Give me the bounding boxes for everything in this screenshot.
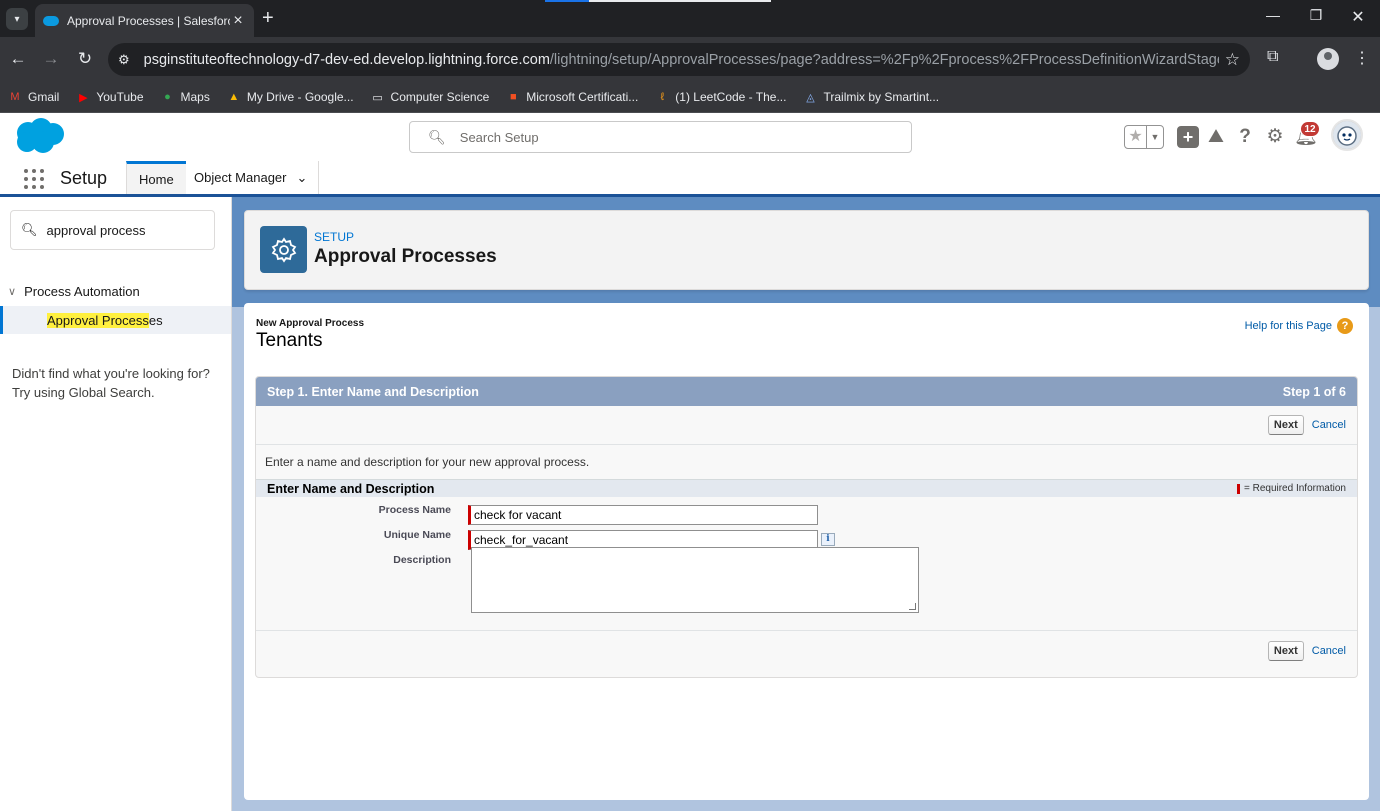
chevron-down-icon[interactable]: ∨: [8, 285, 16, 298]
back-icon[interactable]: ←: [7, 49, 29, 69]
favorites-dropdown-icon[interactable]: ▼: [1147, 126, 1163, 148]
nav-tab-object-manager[interactable]: Object Manager ⌄: [182, 161, 319, 194]
info-icon[interactable]: i: [821, 533, 835, 546]
bookmark-item[interactable]: M Gmail: [8, 90, 59, 104]
browser-menu-icon[interactable]: ⋮: [1354, 48, 1370, 68]
cancel-link-bottom[interactable]: Cancel: [1312, 645, 1346, 657]
nav-divider: [318, 161, 319, 194]
step-title: Step 1. Enter Name and Description: [267, 384, 479, 399]
user-avatar[interactable]: [1331, 119, 1363, 151]
required-marker-icon: [1236, 483, 1240, 494]
browser-toolbar: ← → ↻ ⚙ psginstituteoftechnology-d7-dev-…: [0, 37, 1380, 82]
section-header: Enter Name and Description = Required In…: [256, 479, 1357, 497]
folder-icon: ▭: [372, 91, 383, 104]
help-icon[interactable]: ?: [1337, 318, 1353, 334]
maps-icon: ●: [164, 91, 171, 103]
process-name-label: Process Name: [378, 504, 451, 516]
bookmark-item[interactable]: ℓ (1) LeetCode - The...: [655, 90, 787, 104]
step-counter: Step 1 of 6: [1282, 384, 1346, 399]
browser-tab-title: Approval Processes | Salesforce: [67, 13, 230, 28]
help-for-page-link[interactable]: Help for this Page ?: [1245, 318, 1353, 334]
chevron-down-icon[interactable]: ⌄: [297, 170, 308, 186]
bookmark-star-icon[interactable]: ☆: [1225, 50, 1240, 70]
trailhead-icon: ◬: [806, 91, 815, 104]
address-bar[interactable]: ⚙ psginstituteoftechnology-d7-dev-ed.dev…: [108, 43, 1250, 76]
salesforce-favicon-icon: [43, 15, 59, 26]
bookmark-item[interactable]: ● Maps: [161, 90, 210, 104]
required-legend: = Required Information: [1236, 483, 1346, 494]
nav-tab-home[interactable]: Home: [126, 161, 186, 194]
app-launcher-icon[interactable]: [24, 169, 44, 189]
setup-tree-sidebar: 🔍︎ approval process ∨ Process Automation…: [0, 197, 232, 811]
step-header: Step 1. Enter Name and Description Step …: [256, 377, 1357, 406]
main-content: New Approval Process Tenants Help for th…: [244, 303, 1369, 800]
global-actions-icon[interactable]: +: [1177, 126, 1199, 148]
app-navigation-bar: Setup Home Object Manager ⌄: [0, 161, 1380, 197]
drive-icon: ▲: [228, 91, 240, 103]
trailhead-guidance-icon[interactable]: ⛰: [1205, 126, 1227, 148]
page-eyebrow: SETUP: [314, 230, 355, 244]
not-found-hint: Didn't find what you're looking for? Try…: [12, 366, 210, 400]
bookmark-item[interactable]: ◬ Trailmix by Smartint...: [803, 90, 939, 104]
app-name: Setup: [60, 168, 108, 188]
favorites-button[interactable]: ★ ▼: [1124, 125, 1164, 149]
step-instructions: Enter a name and description for your ne…: [265, 455, 590, 469]
process-name-input[interactable]: check for vacant: [468, 505, 818, 525]
breadcrumb: New Approval Process: [256, 318, 365, 329]
minimize-window-icon[interactable]: —: [1258, 7, 1288, 23]
reload-icon[interactable]: ↻: [74, 49, 96, 69]
leetcode-icon: ℓ: [660, 91, 665, 103]
star-icon[interactable]: ★: [1125, 126, 1147, 148]
search-icon: 🔍︎: [21, 222, 38, 237]
browser-tab-active[interactable]: Approval Processes | Salesforce ×: [35, 4, 254, 37]
global-search-input[interactable]: 🔍︎ Search Setup: [409, 121, 912, 153]
next-button-bottom[interactable]: Next: [1267, 641, 1304, 661]
notification-count-badge: 12: [1300, 121, 1320, 137]
bookmark-item[interactable]: ▶ YouTube: [76, 90, 143, 104]
site-settings-icon[interactable]: ⚙: [118, 52, 130, 68]
page-header: SETUP Approval Processes: [244, 210, 1369, 290]
search-icon: 🔍︎: [428, 128, 446, 145]
close-tab-icon[interactable]: ×: [230, 12, 246, 30]
bookmarks-bar: M Gmail ▶ YouTube ● Maps ▲ My Drive - Google...…: [0, 82, 1380, 113]
astro-avatar-icon: [1333, 121, 1361, 149]
description-textarea[interactable]: [471, 547, 919, 613]
record-title: Tenants: [256, 330, 323, 351]
profile-avatar-icon[interactable]: [1317, 48, 1339, 70]
restore-window-icon[interactable]: ❐: [1301, 7, 1331, 24]
close-window-icon[interactable]: ✕: [1343, 7, 1373, 27]
page-title: Approval Processes: [314, 246, 497, 267]
description-label: Description: [393, 554, 451, 566]
microsoft-icon: ■: [509, 91, 517, 103]
forward-icon[interactable]: →: [40, 49, 62, 69]
gmail-icon: M: [10, 91, 20, 103]
bookmark-item[interactable]: ▭ Computer Science: [371, 90, 489, 104]
unique-name-label: Unique Name: [383, 529, 451, 541]
section-title: Enter Name and Description: [267, 481, 435, 496]
tree-node-process-automation[interactable]: ∨ Process Automation: [8, 284, 140, 299]
top-button-row: Next Cancel: [256, 406, 1357, 445]
page-loading-bar: [545, 0, 771, 2]
new-tab-icon[interactable]: +: [262, 7, 274, 29]
help-icon[interactable]: ?: [1234, 126, 1256, 148]
name-description-form: Process Name check for vacant Unique Nam…: [256, 497, 1357, 631]
youtube-icon: ▶: [79, 91, 88, 104]
next-button[interactable]: Next: [1267, 415, 1304, 435]
url-text[interactable]: psginstituteoftechnology-d7-dev-ed.devel…: [144, 52, 1219, 68]
tree-node-approval-processes[interactable]: Approval Processes: [0, 306, 231, 334]
tab-search-icon[interactable]: ▾: [6, 8, 28, 30]
bottom-button-row: Next Cancel: [256, 631, 1357, 671]
approval-wizard-step: Step 1. Enter Name and Description Step …: [255, 376, 1358, 678]
quick-find-input[interactable]: 🔍︎ approval process: [10, 210, 215, 250]
setup-gear-icon: [260, 226, 307, 273]
salesforce-logo-icon[interactable]: [12, 117, 66, 155]
global-header: 🔍︎ Search Setup ★ ▼ + ⛰ ? ⚙ 🔔︎: [0, 113, 1380, 161]
browser-tabstrip: ▾ Approval Processes | Salesforce × + — …: [0, 0, 1380, 37]
bookmark-item[interactable]: ▲ My Drive - Google...: [227, 90, 353, 104]
setup-gear-icon[interactable]: ⚙: [1264, 126, 1286, 148]
bookmark-item[interactable]: ■ Microsoft Certificati...: [506, 90, 638, 104]
tree-node-label[interactable]: Approval Processes: [47, 313, 163, 328]
cancel-link[interactable]: Cancel: [1312, 419, 1346, 431]
extensions-icon[interactable]: ⧉: [1267, 48, 1278, 66]
